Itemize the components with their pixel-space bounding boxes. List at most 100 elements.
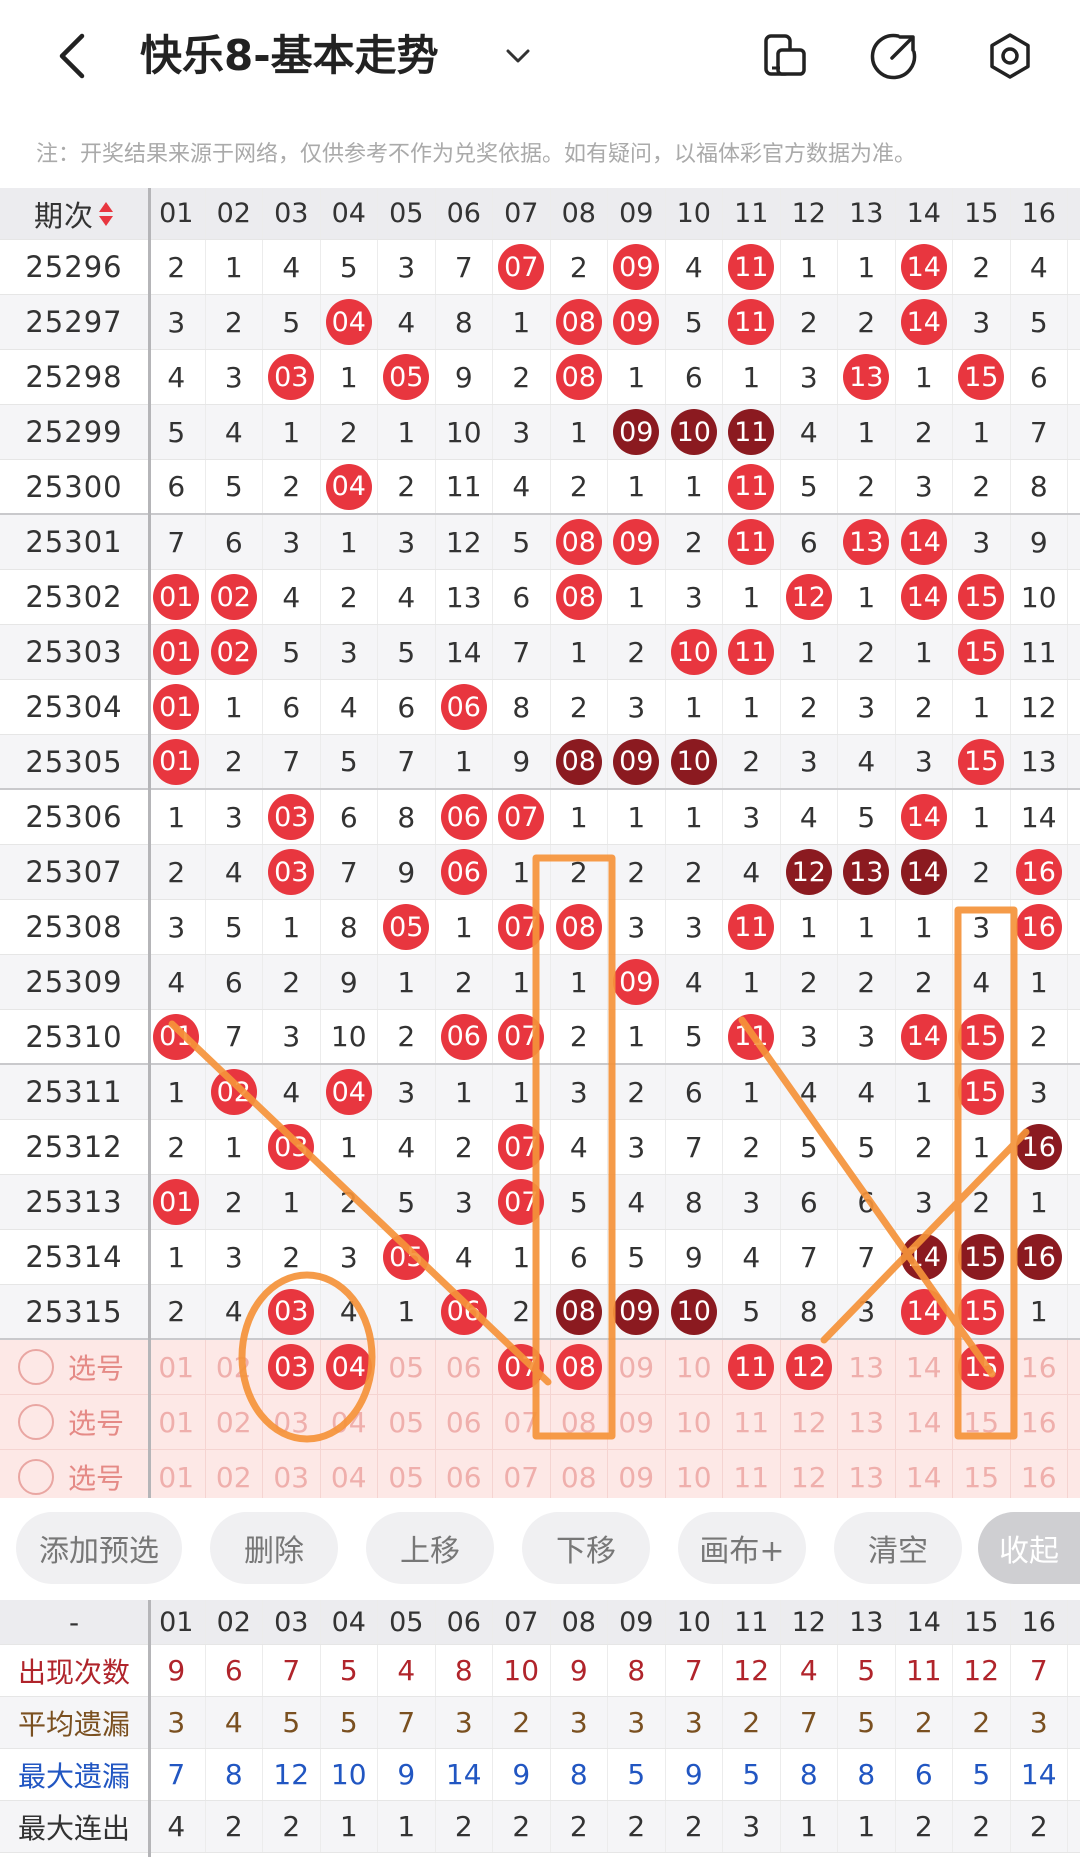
miss-count-cell: 6 [321, 790, 378, 844]
selected-number-ball[interactable]: 04 [325, 1344, 372, 1390]
miss-count-cell: 3 [953, 515, 1011, 569]
add-preselect-button[interactable]: 添加预选 [16, 1512, 182, 1584]
selectable-number-cell[interactable]: 11 [723, 1395, 781, 1449]
selectable-number-cell[interactable]: 07 [493, 1450, 551, 1504]
selectable-number-cell[interactable]: 14 [896, 1395, 953, 1449]
selected-number-ball[interactable]: 12 [785, 1344, 832, 1390]
selected-number-cell[interactable]: 04 [321, 1340, 378, 1394]
selectable-number-cell[interactable]: 08 [551, 1395, 608, 1449]
selectable-number-cell[interactable]: 02 [206, 1395, 263, 1449]
selectable-number-cell[interactable]: 10 [666, 1395, 723, 1449]
selectable-number-cell[interactable]: 12 [781, 1450, 838, 1504]
selectable-number-cell[interactable]: 01 [148, 1450, 206, 1504]
selected-number-ball[interactable]: 15 [958, 1344, 1005, 1390]
selectable-number-cell[interactable]: 05 [378, 1450, 436, 1504]
selectable-number-cell[interactable]: 16 [1011, 1395, 1068, 1449]
delete-button[interactable]: 删除 [210, 1512, 338, 1584]
selectable-number-cell[interactable]: 04 [321, 1450, 378, 1504]
selected-number-cell[interactable]: 12 [781, 1340, 838, 1394]
table-row: 25304 01 1 6 4 6 06 8 2 3 1 1 2 3 2 1 12 [0, 680, 1080, 735]
drawn-number-ball: 07 [498, 1124, 545, 1170]
selectable-number-cell[interactable]: 07 [493, 1395, 551, 1449]
selected-number-ball[interactable]: 03 [268, 1344, 315, 1390]
number-cell: 13 [838, 845, 896, 899]
selectable-number-cell[interactable]: 10 [666, 1340, 723, 1394]
settings-icon[interactable] [984, 30, 1036, 82]
selectable-number-cell[interactable]: 13 [838, 1395, 896, 1449]
selectable-number-cell[interactable]: 04 [321, 1395, 378, 1449]
selectable-number-cell[interactable]: 02 [206, 1450, 263, 1504]
selectable-number-cell[interactable]: 16 [1011, 1450, 1068, 1504]
miss-count-cell: 4 [206, 1285, 263, 1338]
selected-number-ball[interactable]: 08 [555, 1344, 602, 1390]
selectable-number-cell[interactable]: 08 [551, 1450, 608, 1504]
selected-number-cell[interactable]: 07 [493, 1340, 551, 1394]
miss-count-cell: 5 [263, 625, 321, 679]
column-header: 08 [551, 188, 608, 239]
selectable-number-cell[interactable]: 05 [378, 1340, 436, 1394]
page-title[interactable]: 快乐8-基本走势 [140, 28, 439, 84]
miss-count-cell: 7 [436, 240, 493, 294]
collapse-button[interactable]: 收起 [978, 1512, 1080, 1584]
miss-count-cell: 1 [896, 1065, 953, 1119]
selectable-number-cell[interactable]: 11 [723, 1450, 781, 1504]
selected-number-cell[interactable]: 03 [263, 1340, 321, 1394]
stats-value-cell: 4 [206, 1697, 263, 1748]
miss-count-cell: 1 [493, 295, 551, 349]
selectable-number-cell[interactable]: 06 [436, 1450, 493, 1504]
stats-value-cell: 2 [436, 1801, 493, 1852]
number-cell: 12 [781, 570, 838, 624]
period-sort-header[interactable]: 期次 [0, 188, 148, 239]
selectable-number-cell[interactable]: 01 [148, 1340, 206, 1394]
clear-button[interactable]: 清空 [834, 1512, 962, 1584]
selectable-number-cell[interactable]: 03 [263, 1450, 321, 1504]
selected-number-cell[interactable]: 11 [723, 1340, 781, 1394]
miss-count-cell: 1 [666, 790, 723, 844]
share-icon[interactable] [868, 30, 920, 82]
rotate-screen-icon[interactable] [758, 30, 810, 82]
selectable-number-cell[interactable]: 12 [781, 1395, 838, 1449]
selectable-number-cell[interactable]: 06 [436, 1395, 493, 1449]
selected-number-cell[interactable]: 08 [551, 1340, 608, 1394]
selectable-number-cell[interactable]: 05 [378, 1395, 436, 1449]
selectable-number-cell[interactable]: 13 [838, 1340, 896, 1394]
selectable-number-cell[interactable]: 10 [666, 1450, 723, 1504]
stats-row-label: 出现次数 [17, 1655, 130, 1689]
back-arrow-icon[interactable] [52, 30, 92, 82]
selectable-number-cell[interactable]: 03 [263, 1395, 321, 1449]
sort-icon [99, 201, 113, 226]
selected-number-ball[interactable]: 11 [728, 1344, 775, 1390]
selectable-number-cell[interactable]: 16 [1011, 1340, 1068, 1394]
selectable-number-cell[interactable]: 09 [608, 1340, 666, 1394]
consecutive-number-ball: 08 [555, 1288, 602, 1335]
selectable-number-cell[interactable]: 15 [953, 1450, 1011, 1504]
radio-button[interactable] [18, 1404, 54, 1440]
selectable-number-cell[interactable]: 09 [608, 1450, 666, 1504]
stats-value-cell: 12 [723, 1645, 781, 1696]
radio-button[interactable] [18, 1459, 54, 1495]
period-number: 25305 [25, 744, 123, 779]
selection-row-label[interactable]: 选号 [18, 1450, 148, 1504]
miss-count-cell: 5 [608, 1230, 666, 1284]
drawn-number-ball: 07 [498, 904, 545, 950]
selectable-number-cell[interactable]: 13 [838, 1450, 896, 1504]
radio-button[interactable] [18, 1349, 54, 1385]
selectable-number-cell[interactable]: 09 [608, 1395, 666, 1449]
miss-count-cell: 2 [838, 295, 896, 349]
selectable-number-cell[interactable]: 15 [953, 1395, 1011, 1449]
selected-number-cell[interactable]: 15 [953, 1340, 1011, 1394]
selection-row-label[interactable]: 选号 [18, 1340, 148, 1394]
number-cell: 13 [838, 350, 896, 404]
move-down-button[interactable]: 下移 [522, 1512, 650, 1584]
selection-row-label[interactable]: 选号 [18, 1395, 148, 1449]
selectable-number-cell[interactable]: 01 [148, 1395, 206, 1449]
selectable-number-cell[interactable]: 06 [436, 1340, 493, 1394]
selectable-number-cell[interactable]: 02 [206, 1340, 263, 1394]
selected-number-ball[interactable]: 07 [498, 1344, 545, 1390]
selectable-number-cell[interactable]: 14 [896, 1340, 953, 1394]
chevron-down-icon[interactable] [502, 40, 534, 72]
number-cell: 05 [378, 900, 436, 954]
move-up-button[interactable]: 上移 [366, 1512, 494, 1584]
selectable-number-cell[interactable]: 14 [896, 1450, 953, 1504]
canvas-button[interactable]: 画布+ [678, 1512, 806, 1584]
